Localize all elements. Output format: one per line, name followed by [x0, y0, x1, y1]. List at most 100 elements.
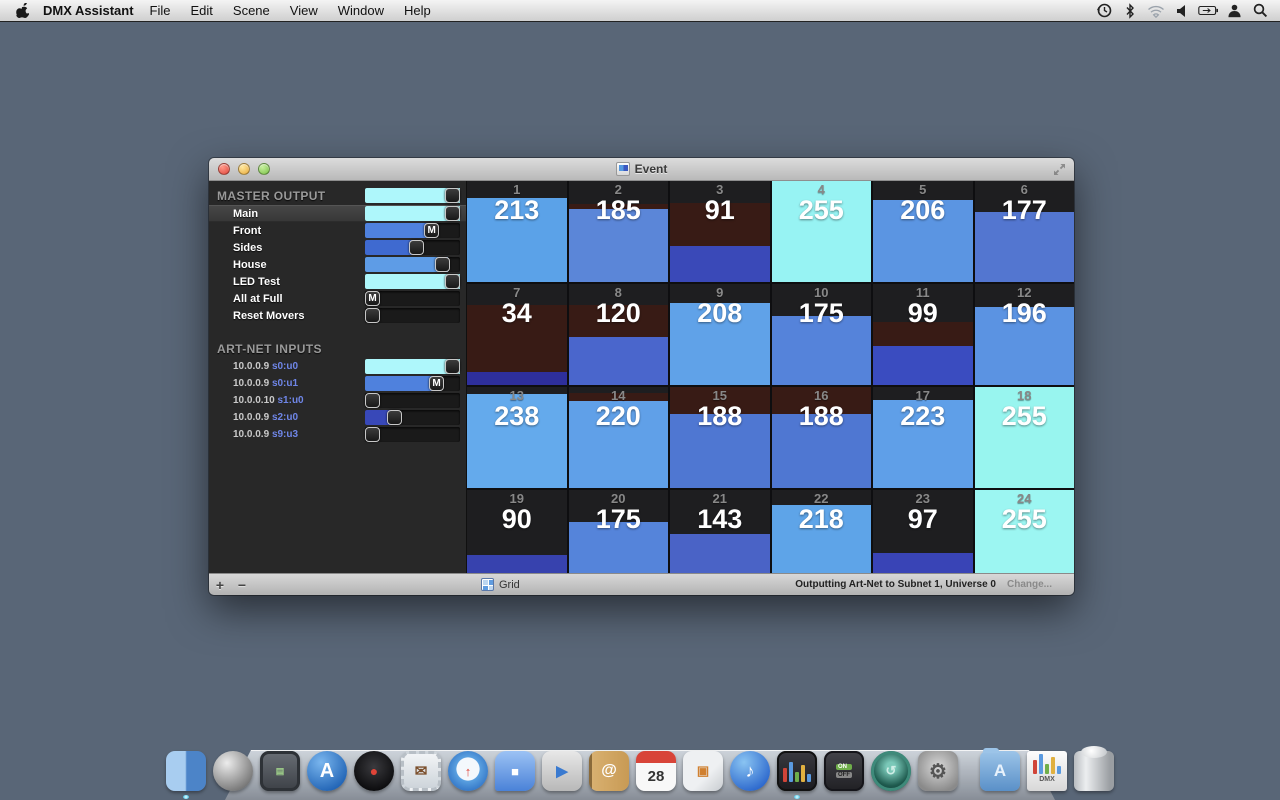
- close-button[interactable]: [218, 163, 230, 175]
- slider-thumb-midi[interactable]: M: [424, 223, 439, 238]
- artnet-input-s0-u1[interactable]: 10.0.0.9 s0:u1M: [209, 375, 466, 392]
- level-slider[interactable]: [365, 240, 460, 255]
- grid-cell-5[interactable]: 5206: [873, 181, 973, 282]
- grid-cell-8[interactable]: 8120: [569, 284, 669, 385]
- dock-dashboard[interactable]: ●: [354, 751, 394, 791]
- dock-mail[interactable]: ✉: [401, 751, 441, 791]
- dock-mission-control[interactable]: ▤: [260, 751, 300, 791]
- slider-thumb[interactable]: [445, 274, 460, 289]
- grid-cell-23[interactable]: 2397: [873, 490, 973, 573]
- grid-cell-9[interactable]: 9208: [670, 284, 770, 385]
- dock-time-machine[interactable]: ↺: [871, 751, 911, 791]
- zoom-button[interactable]: [258, 163, 270, 175]
- level-slider[interactable]: [365, 274, 460, 289]
- grid-cell-2[interactable]: 2185: [569, 181, 669, 282]
- window-titlebar[interactable]: Event: [209, 158, 1074, 181]
- grid-cell-6[interactable]: 6177: [975, 181, 1075, 282]
- artnet-input-s2-u0[interactable]: 10.0.0.9 s2:u0: [209, 409, 466, 426]
- grid-cell-17[interactable]: 17223: [873, 387, 973, 488]
- grid-cell-18[interactable]: 18255: [975, 387, 1075, 488]
- artnet-input-s9-u3[interactable]: 10.0.0.9 s9:u3: [209, 426, 466, 443]
- dock-dmx-live[interactable]: [777, 751, 817, 791]
- master-item-led-test[interactable]: LED Test: [209, 273, 466, 290]
- master-item-all-at-full[interactable]: All at FullM: [209, 290, 466, 307]
- level-slider[interactable]: M: [365, 291, 460, 306]
- grid-cell-11[interactable]: 1199: [873, 284, 973, 385]
- fullscreen-arrows-icon[interactable]: [1053, 163, 1066, 181]
- grid-cell-1[interactable]: 1213: [467, 181, 567, 282]
- wifi-icon[interactable]: [1146, 2, 1166, 20]
- user-icon[interactable]: [1224, 2, 1244, 20]
- level-slider[interactable]: [365, 427, 460, 442]
- grid-cell-20[interactable]: 20175: [569, 490, 669, 573]
- slider-thumb[interactable]: [365, 393, 380, 408]
- battery-icon[interactable]: [1198, 2, 1218, 20]
- master-item-house[interactable]: House: [209, 256, 466, 273]
- menu-edit[interactable]: Edit: [181, 3, 223, 18]
- slider-thumb[interactable]: [365, 427, 380, 442]
- grid-cell-3[interactable]: 391: [670, 181, 770, 282]
- dock-trash[interactable]: [1074, 751, 1114, 791]
- level-slider[interactable]: [365, 410, 460, 425]
- grid-cell-12[interactable]: 12196: [975, 284, 1075, 385]
- artnet-input-s0-u0[interactable]: 10.0.0.9 s0:u0: [209, 358, 466, 375]
- master-item-reset-movers[interactable]: Reset Movers: [209, 307, 466, 324]
- minimize-button[interactable]: [238, 163, 250, 175]
- apple-menu-icon[interactable]: [16, 3, 29, 18]
- menu-scene[interactable]: Scene: [223, 3, 280, 18]
- dock-messages[interactable]: ■: [495, 751, 535, 791]
- grid-cell-7[interactable]: 734: [467, 284, 567, 385]
- master-item-front[interactable]: FrontM: [209, 222, 466, 239]
- slider-thumb[interactable]: [445, 359, 460, 374]
- dock-itunes[interactable]: ♪: [730, 751, 770, 791]
- bluetooth-icon[interactable]: [1120, 2, 1140, 20]
- dock-safari[interactable]: ↑: [448, 751, 488, 791]
- menu-app-name[interactable]: DMX Assistant: [43, 3, 134, 18]
- menu-view[interactable]: View: [280, 3, 328, 18]
- slider-thumb[interactable]: [387, 410, 402, 425]
- add-button[interactable]: +: [209, 577, 231, 593]
- level-slider[interactable]: [365, 393, 460, 408]
- slider-thumb[interactable]: [445, 188, 460, 203]
- dock-photo-booth[interactable]: ▣: [683, 751, 723, 791]
- level-slider[interactable]: [365, 257, 460, 272]
- level-slider[interactable]: M: [365, 376, 460, 391]
- dock-applications-folder[interactable]: A: [980, 751, 1020, 791]
- master-item-main[interactable]: Main: [209, 205, 466, 222]
- level-slider[interactable]: [365, 308, 460, 323]
- level-slider[interactable]: M: [365, 223, 460, 238]
- remove-button[interactable]: −: [231, 577, 253, 593]
- dock-app-store[interactable]: A: [307, 751, 347, 791]
- slider-thumb-midi[interactable]: M: [429, 376, 444, 391]
- dock-system-preferences[interactable]: ⚙: [918, 751, 958, 791]
- dock-dmx-document[interactable]: DMX: [1027, 751, 1067, 791]
- grid-cell-10[interactable]: 10175: [772, 284, 872, 385]
- grid-view-toggle[interactable]: Grid: [481, 578, 520, 591]
- slider-thumb[interactable]: [445, 206, 460, 221]
- slider-thumb[interactable]: [435, 257, 450, 272]
- volume-icon[interactable]: [1172, 2, 1192, 20]
- dock-address-book[interactable]: @: [589, 751, 629, 791]
- grid-cell-13[interactable]: 13238: [467, 387, 567, 488]
- spotlight-icon[interactable]: [1250, 2, 1270, 20]
- dock-launchpad[interactable]: [213, 751, 253, 791]
- dock-facetime[interactable]: ▶: [542, 751, 582, 791]
- menu-file[interactable]: File: [140, 3, 181, 18]
- time-machine-icon[interactable]: [1094, 2, 1114, 20]
- menu-help[interactable]: Help: [394, 3, 441, 18]
- dock-calendar[interactable]: 28: [636, 751, 676, 791]
- level-slider[interactable]: [365, 188, 460, 203]
- dock-finder[interactable]: [166, 751, 206, 791]
- grid-cell-24[interactable]: 24255: [975, 490, 1075, 573]
- master-item-sides[interactable]: Sides: [209, 239, 466, 256]
- slider-thumb[interactable]: [365, 308, 380, 323]
- grid-cell-16[interactable]: 16188: [772, 387, 872, 488]
- grid-cell-22[interactable]: 22218: [772, 490, 872, 573]
- grid-cell-15[interactable]: 15188: [670, 387, 770, 488]
- slider-thumb-midi[interactable]: M: [365, 291, 380, 306]
- level-slider[interactable]: [365, 206, 460, 221]
- grid-cell-19[interactable]: 1990: [467, 490, 567, 573]
- slider-thumb[interactable]: [409, 240, 424, 255]
- menu-window[interactable]: Window: [328, 3, 394, 18]
- grid-cell-21[interactable]: 21143: [670, 490, 770, 573]
